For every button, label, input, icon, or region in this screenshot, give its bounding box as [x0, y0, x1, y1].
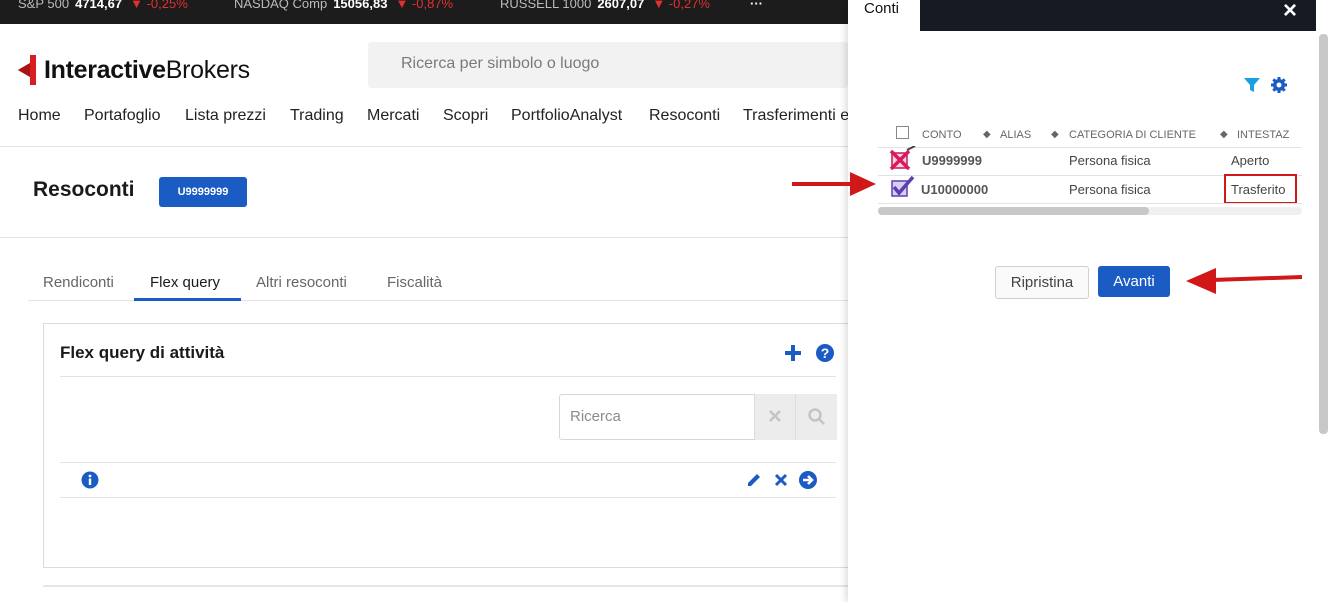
checked-checkbox-icon[interactable] — [889, 176, 917, 198]
vertical-scrollbar-thumb[interactable] — [1319, 34, 1328, 434]
horizontal-scrollbar-thumb[interactable] — [878, 207, 1149, 215]
title-divider — [0, 237, 848, 238]
account-id: U10000000 — [921, 182, 989, 197]
search-icon — [808, 408, 825, 425]
market-ticker: S&P 500 4714,67 ▼ -0,25% NASDAQ Comp 15056,… — [0, 0, 848, 24]
nav-item-trading[interactable]: Trading — [290, 107, 344, 125]
column-header-alias[interactable]: ALIAS — [1000, 129, 1031, 141]
next-card-edge — [43, 585, 848, 587]
flex-query-search-input[interactable]: Ricerca — [559, 394, 756, 440]
page-title: Resoconti — [33, 178, 135, 201]
account-id: U9999999 — [922, 153, 982, 168]
tab-fiscalita[interactable]: Fiscalità — [387, 274, 442, 291]
ticker-item: NASDAQ Comp 15056,83 ▼ -0,87% — [234, 0, 454, 11]
column-header-categoria[interactable]: CATEGORIA DI CLIENTE — [1069, 129, 1196, 141]
table-header-divider — [878, 147, 1302, 148]
row-divider-top — [60, 462, 836, 463]
card-header-divider — [60, 376, 836, 377]
info-icon[interactable] — [81, 471, 99, 489]
nav-item-resoconti[interactable]: Resoconti — [649, 107, 720, 125]
ticker-item: S&P 500 4714,67 ▼ -0,25% — [18, 0, 188, 11]
filter-icon[interactable] — [1243, 76, 1261, 94]
delete-icon[interactable] — [773, 472, 789, 488]
panel-tab-conti[interactable]: Conti — [864, 0, 899, 17]
tab-altri-resoconti[interactable]: Altri resoconti — [256, 274, 347, 291]
clear-icon — [769, 410, 781, 422]
nav-item-portafoglio[interactable]: Portafoglio — [84, 107, 161, 125]
close-icon[interactable]: × — [1283, 0, 1297, 25]
annotation-arrow-left-icon — [1186, 268, 1302, 294]
nav-divider — [0, 146, 848, 147]
active-tab-indicator — [134, 298, 241, 301]
svg-text:?: ? — [821, 345, 830, 361]
settings-gear-icon[interactable] — [1270, 76, 1288, 94]
search-button[interactable] — [795, 394, 837, 440]
next-button[interactable]: Avanti — [1098, 266, 1170, 297]
logo-text: InteractiveBrokers — [44, 55, 250, 84]
nav-item-portfolioanalyst[interactable]: PortfolioAnalyst — [511, 107, 622, 125]
panel-header — [920, 0, 1316, 31]
tab-rendiconti[interactable]: Rendiconti — [43, 274, 114, 291]
column-header-intestazione[interactable]: INTESTAZ — [1237, 129, 1289, 141]
annotation-arrow-right-icon — [792, 172, 876, 196]
reset-button[interactable]: Ripristina — [995, 266, 1089, 299]
nav-item-trasferimenti[interactable]: Trasferimenti e — [743, 107, 849, 125]
status-highlight-box — [1224, 174, 1297, 204]
sort-icon[interactable]: ◆ — [983, 129, 991, 140]
crossed-checkbox-icon[interactable] — [889, 146, 917, 172]
nav-item-scopri[interactable]: Scopri — [443, 107, 488, 125]
ib-logo[interactable]: InteractiveBrokers — [16, 55, 250, 85]
add-icon[interactable] — [784, 344, 802, 362]
row-divider — [878, 203, 1302, 204]
sort-icon[interactable]: ◆ — [1220, 129, 1228, 140]
sort-icon[interactable]: ◆ — [1051, 129, 1059, 140]
ticker-more-button[interactable]: ··· — [750, 0, 763, 11]
tab-flex-query[interactable]: Flex query — [150, 274, 220, 291]
nav-item-mercati[interactable]: Mercati — [367, 107, 419, 125]
run-arrow-icon[interactable] — [798, 470, 818, 490]
client-category: Persona fisica — [1069, 182, 1151, 197]
help-icon[interactable]: ? — [815, 343, 835, 363]
nav-item-home[interactable]: Home — [18, 107, 61, 125]
account-selector-button[interactable]: U9999999 — [159, 177, 247, 207]
ticker-item: RUSSELL 1000 2607,07 ▼ -0,27% — [500, 0, 710, 11]
client-category: Persona fisica — [1069, 153, 1151, 168]
row-divider-bottom — [60, 497, 836, 498]
horizontal-scrollbar-track[interactable] — [878, 207, 1302, 215]
edit-icon[interactable] — [745, 471, 763, 489]
nav-item-lista-prezzi[interactable]: Lista prezzi — [185, 107, 266, 125]
account-status: Aperto — [1231, 153, 1270, 168]
column-header-conto[interactable]: CONTO — [922, 129, 962, 141]
card-title: Flex query di attività — [60, 343, 225, 362]
symbol-search-input[interactable]: Ricerca per simbolo o luogo — [368, 42, 848, 88]
ib-logo-icon — [18, 55, 36, 85]
select-all-checkbox[interactable] — [896, 126, 909, 139]
clear-search-button[interactable] — [754, 394, 796, 440]
